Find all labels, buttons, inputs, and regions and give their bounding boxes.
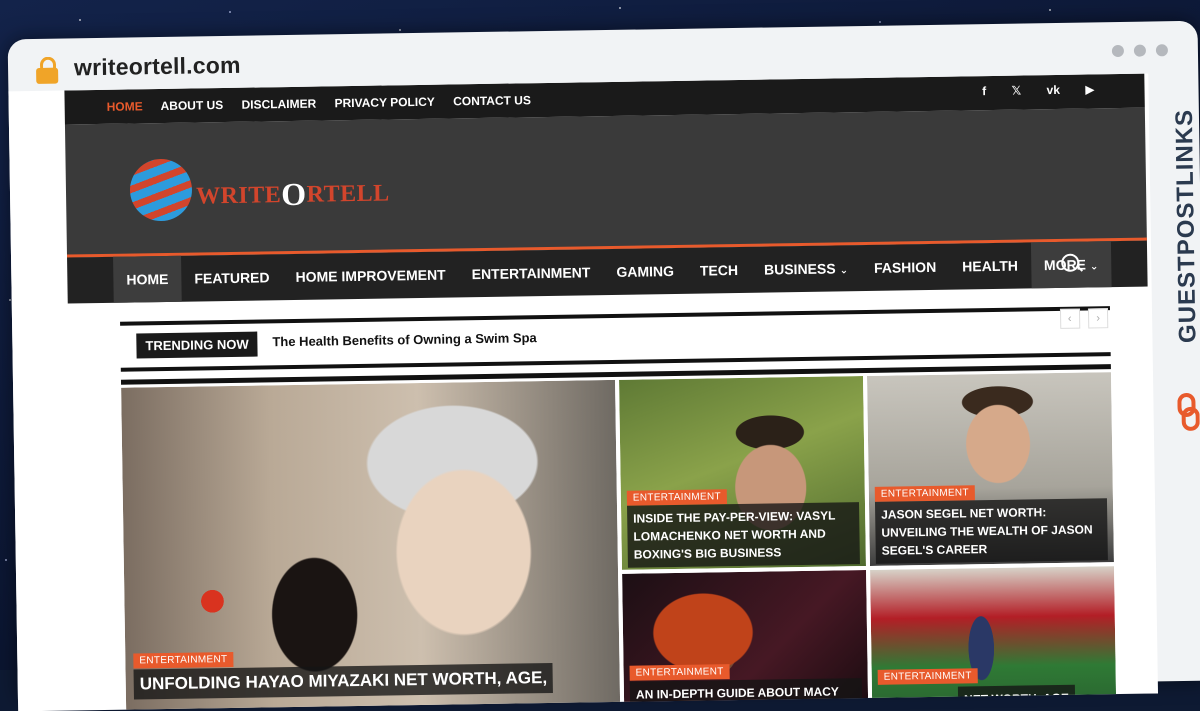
top-links: HOME ABOUT US DISCLAIMER PRIVACY POLICY … — [107, 93, 546, 114]
top-link-privacy[interactable]: PRIVACY POLICY — [334, 95, 434, 111]
category-badge[interactable]: ENTERTAINMENT — [626, 489, 727, 506]
featured-post-a[interactable]: ENTERTAINMENT INSIDE THE PAY-PER-VIEW: V… — [619, 376, 866, 570]
nav-fashion[interactable]: FASHION — [861, 244, 950, 291]
category-badge[interactable]: ENTERTAINMENT — [133, 651, 234, 669]
featured-post-d[interactable]: ENTERTAINMENT NET WORTH, AGE — [870, 566, 1117, 710]
category-badge[interactable]: ENTERTAINMENT — [629, 664, 730, 681]
post-title[interactable]: NET WORTH, AGE — [957, 684, 1076, 710]
link-icon — [1177, 392, 1200, 431]
featured-post-b[interactable]: ENTERTAINMENT JASON SEGEL NET WORTH: UNV… — [866, 372, 1114, 566]
url-text[interactable]: writeortell.com — [74, 52, 241, 82]
site-logo[interactable]: WRITEORTELL — [129, 156, 390, 224]
post-title[interactable]: INSIDE THE PAY-PER-VIEW: VASYL LOMACHENK… — [627, 502, 860, 568]
category-badge[interactable]: ENTERTAINMENT — [874, 485, 975, 502]
lock-icon — [36, 56, 59, 84]
nav-health[interactable]: HEALTH — [949, 242, 1031, 289]
logo-text: WRITEORTELL — [195, 175, 390, 213]
social-links: f 𝕏 vk ▶ — [960, 82, 1095, 98]
top-link-contact[interactable]: CONTACT US — [453, 93, 531, 108]
guestpostlinks-watermark: GUESTPOSTLINKS — [1162, 61, 1200, 431]
window-controls — [1102, 43, 1169, 62]
featured-post-main[interactable]: ENTERTAINMENT UNFOLDING HAYAO MIYAZAKI N… — [121, 379, 621, 711]
x-icon[interactable]: 𝕏 — [1011, 84, 1021, 98]
trending-label: TRENDING NOW — [136, 331, 258, 359]
dot-icon — [1155, 44, 1169, 57]
globe-icon — [129, 158, 193, 222]
trending-arrows: ‹ › — [1056, 308, 1109, 329]
trending-headline[interactable]: The Health Benefits of Owning a Swim Spa — [272, 330, 537, 349]
nav-entertainment[interactable]: ENTERTAINMENT — [458, 249, 603, 297]
category-badge[interactable]: ENTERTAINMENT — [877, 668, 978, 685]
nav-home[interactable]: HOME — [113, 255, 182, 303]
vk-icon[interactable]: vk — [1046, 83, 1060, 97]
post-title[interactable]: JASON SEGEL NET WORTH: UNVEILING THE WEA… — [874, 498, 1108, 564]
nav-tech[interactable]: TECH — [687, 247, 752, 294]
top-link-disclaimer[interactable]: DISCLAIMER — [241, 97, 316, 112]
page-viewport: HOME ABOUT US DISCLAIMER PRIVACY POLICY … — [8, 73, 1159, 711]
browser-window: writeortell.com HOME ABOUT US DISCLAIMER… — [7, 20, 1200, 711]
prev-arrow-icon[interactable]: ‹ — [1059, 308, 1080, 329]
nav-home-improvement[interactable]: HOME IMPROVEMENT — [282, 251, 459, 300]
featured-post-c[interactable]: ENTERTAINMENT AN IN-DEPTH GUIDE ABOUT MA… — [622, 570, 869, 711]
youtube-icon[interactable]: ▶ — [1085, 82, 1094, 96]
chevron-down-icon: ⌄ — [839, 265, 849, 277]
post-title[interactable]: AN IN-DEPTH GUIDE ABOUT MACY — [629, 678, 863, 708]
dot-icon — [1133, 44, 1147, 57]
dot-icon — [1111, 44, 1125, 58]
nav-business[interactable]: BUSINESS ⌄ — [751, 245, 862, 293]
top-link-home[interactable]: HOME — [107, 99, 143, 114]
nav-gaming[interactable]: GAMING — [603, 248, 687, 295]
chevron-down-icon: ⌄ — [1089, 261, 1099, 273]
facebook-icon[interactable]: f — [982, 84, 986, 98]
trending-bar: TRENDING NOW The Health Benefits of Owni… — [120, 306, 1111, 372]
top-link-about[interactable]: ABOUT US — [160, 98, 223, 113]
nav-featured[interactable]: FEATURED — [181, 254, 283, 302]
site-header: WRITEORTELL — [64, 107, 1147, 258]
next-arrow-icon[interactable]: › — [1087, 308, 1109, 329]
